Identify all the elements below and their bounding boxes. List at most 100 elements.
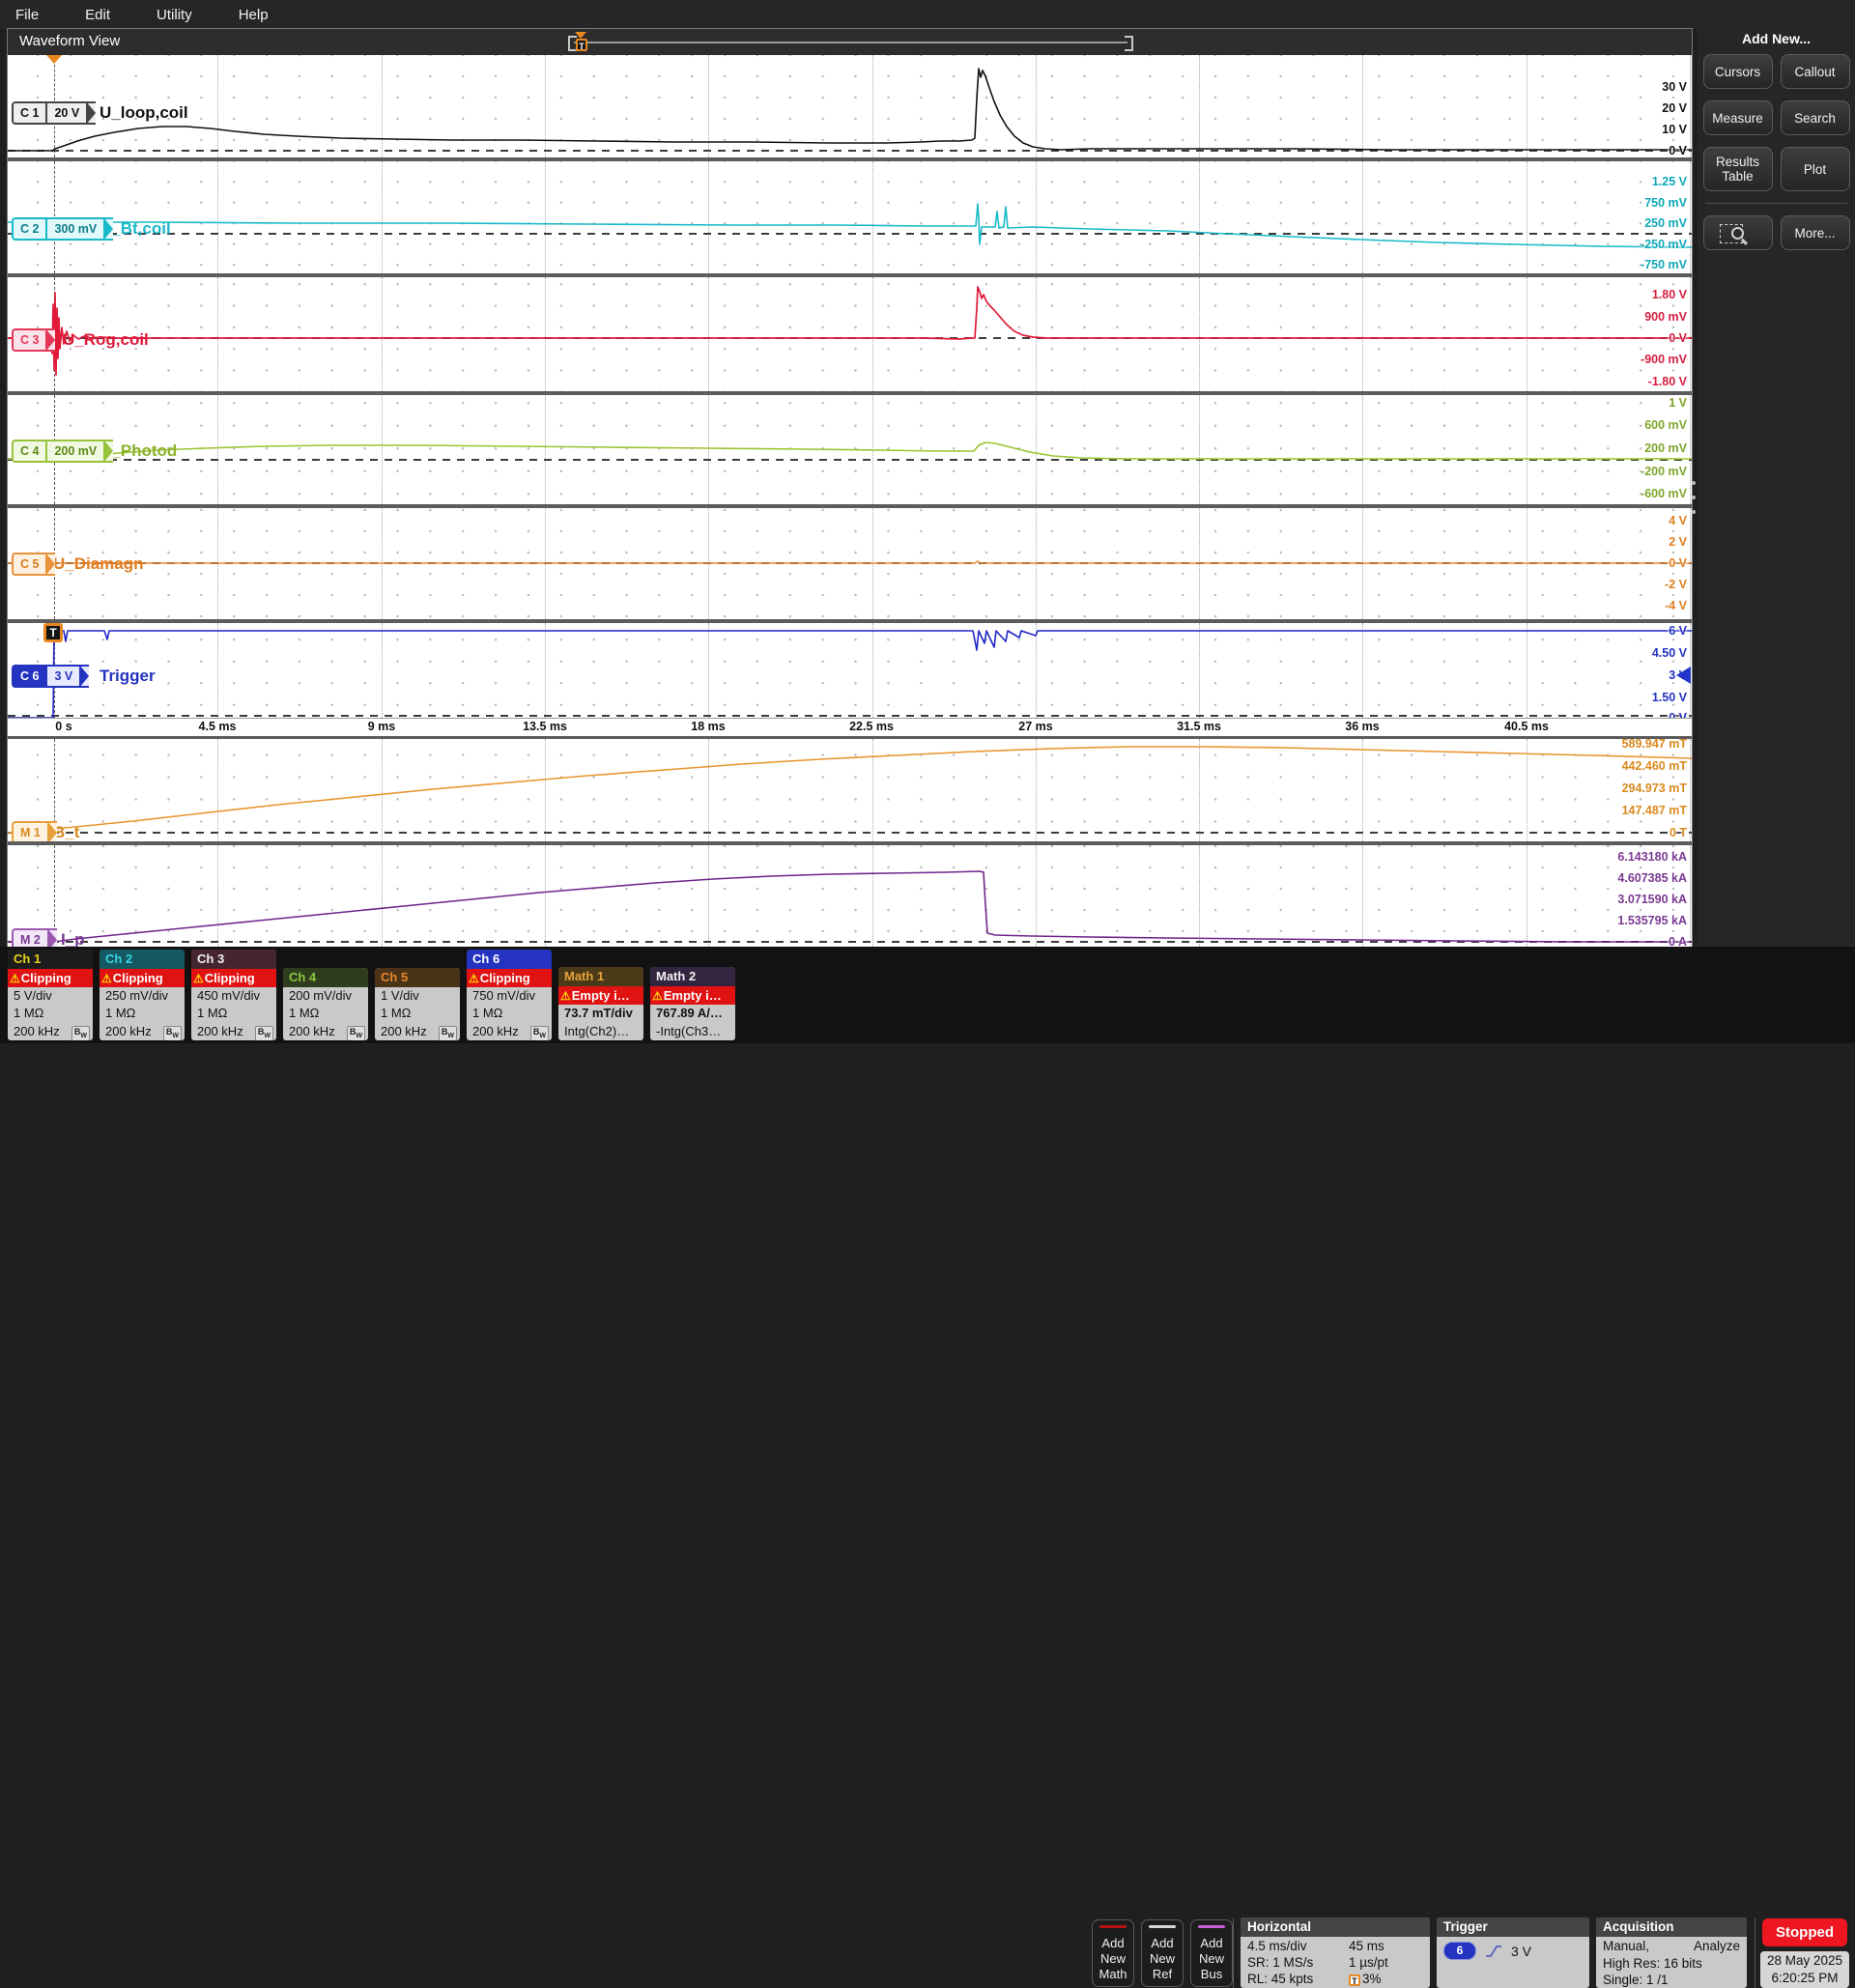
math2-scale-label: 3.071590 kA — [1617, 893, 1687, 906]
math2-trace-label[interactable]: I_p — [61, 930, 85, 947]
add-new-ref-button[interactable]: Add New Ref — [1141, 1919, 1184, 1987]
horizontal-position-minimap[interactable]: T — [568, 34, 1133, 51]
time-axis-label: 0 s — [55, 720, 71, 733]
ch2-scale-label: -750 mV — [1641, 258, 1687, 271]
ch5-trace-label[interactable]: U_Diamagn — [53, 554, 144, 574]
channel-status-badge-ch1[interactable]: Ch 1⚠Clipping5 V/div1 MΩ200 kHzBW — [8, 950, 93, 1041]
measure-button[interactable]: Measure — [1703, 100, 1773, 135]
badge-detail-row: 1 MΩ — [100, 1005, 185, 1023]
minimap-trigger-icon[interactable]: T — [576, 39, 587, 51]
badge-detail-row: 5 V/div — [8, 987, 93, 1006]
add-new-math-button[interactable]: Add New Math — [1092, 1919, 1134, 1987]
channel-status-badge-ch5[interactable]: Ch 51 V/div1 MΩ200 kHzBW — [375, 968, 460, 1041]
ch5-channel-badge[interactable]: C 5 — [12, 553, 55, 576]
rising-edge-icon — [1485, 1945, 1502, 1958]
plot-button[interactable]: Plot — [1781, 147, 1850, 191]
trigger-position-marker-icon[interactable] — [46, 55, 62, 64]
badge-detail-row: 1 MΩ — [8, 1005, 93, 1023]
panel-splitter-handle[interactable] — [1691, 481, 1696, 514]
math2-channel-badge[interactable]: M 2 — [12, 928, 57, 947]
bandwidth-limit-icon: BW — [347, 1026, 365, 1041]
ch6-badge-name: C 6 — [14, 667, 45, 686]
badge-detail-row: 1 MΩ — [467, 1005, 552, 1023]
badge-detail-row: 1 MΩ — [375, 1005, 460, 1023]
clipping-warning: ⚠Clipping — [467, 969, 552, 987]
ch4-badge-name: C 4 — [14, 441, 45, 461]
add-new-bus-button[interactable]: Add New Bus — [1190, 1919, 1233, 1987]
channel-status-badge-math2[interactable]: Math 2⚠Empty i…767.89 A/…-Intg(Ch3… — [650, 967, 735, 1040]
badge-detail-row: 200 kHzBW — [283, 1023, 368, 1041]
lane-math1: 589.947 mT442.460 mT294.973 mT147.487 mT… — [8, 739, 1692, 841]
waveform-plot-area[interactable]: T 30 V20 V10 V0 VC 120 VU_loop,coil1.25 … — [8, 55, 1692, 947]
math1-badge-tip — [47, 821, 57, 841]
badge-detail-row: 767.89 A/… — [650, 1005, 735, 1023]
minimap-track — [574, 42, 1127, 43]
box-zoom-button[interactable] — [1703, 215, 1773, 250]
ch1-trace-label[interactable]: U_loop,coil — [100, 103, 188, 123]
results-table-button[interactable]: Results Table — [1703, 147, 1773, 191]
ref-color-stripe — [1149, 1925, 1176, 1928]
acquisition-panel[interactable]: Acquisition Manual,Analyze High Res: 16 … — [1596, 1917, 1747, 1988]
divider — [1233, 1918, 1234, 1988]
trigger-panel[interactable]: Trigger 6 3 V — [1437, 1917, 1589, 1988]
run-stop-status-button[interactable]: Stopped — [1762, 1918, 1847, 1946]
channel-status-badge-ch3[interactable]: Ch 3⚠Clipping450 mV/div1 MΩ200 kHzBW — [191, 950, 276, 1041]
trigger-level-value: 3 V — [1511, 1944, 1531, 1959]
badge-detail-row: 450 mV/div — [191, 987, 276, 1006]
more-button[interactable]: More... — [1781, 215, 1850, 250]
menu-file[interactable]: File — [15, 7, 39, 23]
badge-detail-row: 250 mV/div — [100, 987, 185, 1006]
ch2-badge-scale: 300 mV — [45, 219, 103, 239]
ch4-scale-label: -600 mV — [1641, 487, 1687, 500]
ch2-scale-label: -250 mV — [1641, 238, 1687, 251]
math1-trace-label[interactable]: B_t — [53, 823, 79, 841]
ch1-channel-badge[interactable]: C 120 V — [12, 101, 96, 125]
acquisition-analyze: Analyze — [1694, 1938, 1740, 1955]
horizontal-panel[interactable]: Horizontal 4.5 ms/div45 ms SR: 1 MS/s1 µ… — [1241, 1917, 1430, 1988]
math1-waveform-trace — [8, 739, 1692, 841]
trigger-source-flag-icon[interactable]: T — [43, 623, 63, 642]
channel-status-badge-math1[interactable]: Math 1⚠Empty i…73.7 mT/divIntg(Ch2)… — [558, 967, 643, 1040]
cursors-button[interactable]: Cursors — [1703, 54, 1773, 89]
lane-separator — [8, 273, 1692, 277]
ch6-channel-badge[interactable]: C 63 V — [12, 665, 89, 688]
ch2-waveform-trace — [8, 161, 1692, 273]
math-color-stripe — [1099, 1925, 1127, 1928]
math1-channel-badge[interactable]: M 1 — [12, 821, 57, 841]
channel-status-badge-ch4[interactable]: Ch 4200 mV/div1 MΩ200 kHzBW — [283, 968, 368, 1041]
waveform-view-title[interactable]: Waveform View — [19, 33, 120, 49]
ch4-channel-badge[interactable]: C 4200 mV — [12, 440, 113, 463]
callout-button[interactable]: Callout — [1781, 54, 1850, 89]
time-axis-label: 40.5 ms — [1504, 720, 1549, 733]
ch3-scale-label: -1.80 V — [1648, 375, 1687, 388]
channel-status-badge-ch6[interactable]: Ch 6⚠Clipping750 mV/div1 MΩ200 kHzBW — [467, 950, 552, 1041]
trigger-level-arrow-icon[interactable] — [1676, 667, 1691, 684]
ch6-waveform-trace — [8, 623, 1692, 718]
ch5-waveform-trace — [8, 508, 1692, 619]
menu-edit[interactable]: Edit — [85, 7, 110, 23]
ch3-channel-badge[interactable]: C 3 — [12, 328, 55, 352]
ch6-scale-label: 0 V — [1669, 711, 1687, 718]
search-button[interactable]: Search — [1781, 100, 1850, 135]
menu-bar: File Edit Utility Help Tektronix — [0, 0, 1855, 29]
ch2-channel-badge[interactable]: C 2300 mV — [12, 217, 113, 241]
ch2-badge-name: C 2 — [14, 219, 45, 239]
ch3-trace-label[interactable]: U_Rog,coil — [63, 330, 149, 350]
math2-scale-label: 0 A — [1669, 935, 1687, 947]
acquisition-panel-title: Acquisition — [1596, 1917, 1747, 1937]
badge-detail-row: -Intg(Ch3… — [650, 1023, 735, 1041]
ch6-trace-label[interactable]: Trigger — [100, 667, 156, 686]
menu-utility[interactable]: Utility — [157, 7, 192, 23]
ch1-badge-name: C 1 — [14, 103, 45, 123]
ch2-scale-label: 250 mV — [1644, 216, 1687, 230]
badge-header: Ch 5 — [375, 968, 460, 987]
ch5-scale-label: -2 V — [1665, 578, 1687, 591]
ch5-scale-label: 4 V — [1669, 514, 1687, 527]
lane-ch4: 1 V600 mV200 mV-200 mV-600 mVC 4200 mVU_… — [8, 395, 1692, 504]
ch1-scale-label: 30 V — [1662, 80, 1687, 94]
trigger-position-icon: T — [1349, 1974, 1360, 1986]
minimap-right-bracket[interactable] — [1125, 36, 1133, 51]
channel-status-badge-ch2[interactable]: Ch 2⚠Clipping250 mV/div1 MΩ200 kHzBW — [100, 950, 185, 1041]
lane-ch1: 30 V20 V10 V0 VC 120 VU_loop,coil — [8, 55, 1692, 157]
menu-help[interactable]: Help — [239, 7, 269, 23]
